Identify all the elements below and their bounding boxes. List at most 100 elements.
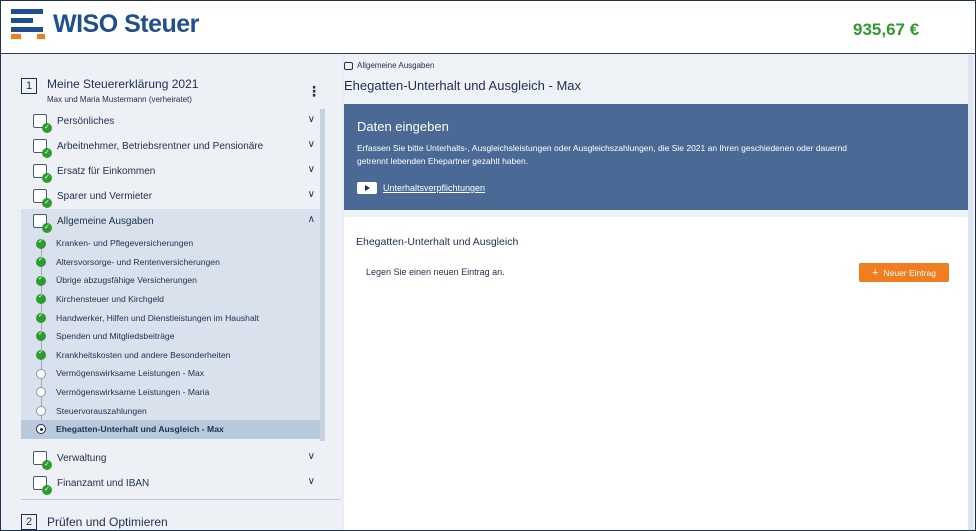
sub-item-kranken[interactable]: Kranken- und Pflegeversicherungen	[21, 234, 321, 253]
section-title: Meine Steuererklärung 2021	[47, 77, 199, 91]
section-title: Prüfen und Optimieren	[47, 514, 168, 529]
sub-item-label: Kirchensteuer und Kirchgeld	[56, 294, 164, 305]
check-icon: ✓	[42, 123, 52, 133]
section-subtitle: Max und Maria Mustermann (verheiratet)	[47, 95, 192, 104]
building-icon: ✓	[33, 450, 52, 470]
sub-item-unterhalt-max[interactable]: Ehegatten-Unterhalt und Ausgleich - Max	[21, 419, 321, 439]
new-entry-button[interactable]: + Neuer Eintrag	[859, 263, 949, 282]
sidebar-item-allgemeine-ausgaben[interactable]: ✓ Allgemeine Ausgaben ∧	[21, 209, 321, 234]
brand-name: WISO Steuer	[53, 9, 199, 38]
done-status-icon	[36, 329, 46, 342]
sub-item-label: Kranken- und Pflegeversicherungen	[56, 238, 194, 249]
video-link[interactable]: Unterhaltsverpflichtungen	[357, 182, 485, 194]
refund-amount[interactable]: 935,67 €	[853, 20, 919, 40]
wallet-icon	[344, 61, 353, 70]
sub-item-spenden[interactable]: Spenden und Mitgliedsbeiträge	[21, 327, 321, 346]
money-hand-icon: ✓	[33, 164, 52, 183]
check-icon: ✓	[42, 148, 52, 158]
done-status-icon	[36, 255, 46, 268]
app-window: WISO Steuer 935,67 € 1 Meine Steuererklä…	[0, 0, 976, 531]
chevron-down-icon[interactable]: ∨	[308, 139, 315, 150]
breadcrumb[interactable]: Allgemeine Ausgaben	[344, 61, 434, 70]
sub-item-list: Kranken- und Pflegeversicherungen Alters…	[21, 234, 321, 439]
sub-item-krankheitskosten[interactable]: Krankheitskosten und andere Besonderheit…	[21, 346, 321, 365]
sub-item-vl-max[interactable]: Vermögenswirksame Leistungen - Max	[21, 364, 321, 383]
sub-item-kirchensteuer[interactable]: Kirchensteuer und Kirchgeld	[21, 290, 321, 309]
sidebar-item-label: Finanzamt und IBAN	[57, 477, 150, 489]
chevron-up-icon[interactable]: ∧	[308, 214, 315, 225]
check-icon: ✓	[42, 223, 52, 233]
sidebar-item-ersatz[interactable]: ✓ Ersatz für Einkommen ∨	[21, 159, 321, 184]
chevron-down-icon[interactable]: ∨	[308, 476, 315, 487]
info-title: Daten eingeben	[357, 119, 449, 134]
sub-item-label: Spenden und Mitgliedsbeiträge	[56, 331, 175, 342]
done-status-icon	[36, 292, 46, 305]
person-card-icon: ✓	[33, 114, 52, 133]
sidebar-group-allgemeine-ausgaben: ✓ Allgemeine Ausgaben ∧ Kranken- und Pfl…	[21, 209, 321, 439]
sidebar-scrollbar[interactable]	[320, 109, 325, 441]
sub-item-vl-maria[interactable]: Vermögenswirksame Leistungen - Maria	[21, 383, 321, 402]
chevron-down-icon[interactable]: ∨	[308, 189, 315, 200]
check-icon: ✓	[42, 459, 52, 470]
briefcase-icon: ✓	[33, 139, 52, 158]
sub-item-altersvorsorge[interactable]: Altersvorsorge- und Rentenversicherungen	[21, 253, 321, 272]
sidebar-item-label: Sparer und Vermieter	[57, 191, 153, 202]
check-icon: ✓	[42, 198, 52, 208]
main-scrollbar[interactable]	[968, 55, 973, 530]
sidebar-item-label: Ersatz für Einkommen	[57, 166, 156, 177]
empty-state-text: Legen Sie einen neuen Eintrag an.	[366, 267, 505, 277]
section-1-header[interactable]: 1 Meine Steuererklärung 2021 Max und Mar…	[21, 77, 321, 104]
sidebar-item-finanzamt[interactable]: ✓ Finanzamt und IBAN ∨	[21, 471, 321, 496]
sub-item-label: Übrige abzugsfähige Versicherungen	[56, 275, 197, 286]
piggy-bank-icon: ✓	[33, 189, 52, 208]
sidebar-nav: ✓ Persönliches ∨ ✓ Arbeitnehmer, Betrieb…	[21, 109, 321, 496]
sub-item-label: Altersvorsorge- und Rentenversicherungen	[56, 256, 220, 267]
sidebar-item-label: Verwaltung	[57, 452, 107, 464]
sidebar-item-persoenliches[interactable]: ✓ Persönliches ∨	[21, 109, 321, 134]
sidebar-item-label: Allgemeine Ausgaben	[57, 216, 154, 227]
empty-status-icon	[36, 405, 46, 416]
sidebar-item-label: Arbeitnehmer, Betriebsrentner und Pensio…	[57, 141, 264, 152]
sidebar-item-arbeitnehmer[interactable]: ✓ Arbeitnehmer, Betriebsrentner und Pens…	[21, 134, 321, 159]
chevron-down-icon[interactable]: ∨	[308, 114, 315, 125]
sidebar-item-sparer[interactable]: ✓ Sparer und Vermieter ∨	[21, 184, 321, 209]
sub-item-label: Handwerker, Hilfen und Dienstleistungen …	[56, 312, 260, 323]
plus-icon: +	[872, 266, 879, 279]
sub-item-label: Krankheitskosten und andere Besonderheit…	[56, 349, 231, 360]
info-text: Erfassen Sie bitte Unterhalts-, Ausgleic…	[357, 143, 848, 166]
done-status-icon	[36, 237, 46, 249]
sub-item-label: Vermögenswirksame Leistungen - Max	[56, 368, 205, 379]
done-status-icon	[36, 348, 46, 361]
brand-logo[interactable]: WISO Steuer	[11, 9, 199, 39]
check-icon: ✓	[42, 484, 52, 495]
breadcrumb-label: Allgemeine Ausgaben	[357, 61, 435, 70]
wallet-icon: ✓	[33, 214, 52, 233]
sidebar-item-label: Persönliches	[57, 116, 115, 127]
sub-item-label: Vermögenswirksame Leistungen - Maria	[56, 387, 210, 398]
section-2-header[interactable]: 2 Prüfen und Optimieren	[21, 513, 168, 530]
done-status-icon	[36, 274, 46, 286]
video-link-label: Unterhaltsverpflichtungen	[383, 183, 486, 193]
divider	[21, 499, 341, 500]
chevron-down-icon[interactable]: ∨	[308, 164, 315, 175]
empty-status-icon	[36, 368, 46, 379]
sub-item-handwerker[interactable]: Handwerker, Hilfen und Dienstleistungen …	[21, 308, 321, 327]
done-status-icon	[36, 311, 46, 323]
top-bar: WISO Steuer 935,67 €	[1, 1, 975, 54]
play-video-icon	[357, 182, 377, 194]
info-card: Daten eingeben Erfassen Sie bitte Unterh…	[344, 104, 971, 210]
chevron-down-icon[interactable]: ∨	[308, 451, 315, 462]
logo-mark-icon	[11, 9, 45, 39]
sidebar-item-verwaltung[interactable]: ✓ Verwaltung ∨	[21, 446, 321, 471]
entries-card: Ehegatten-Unterhalt und Ausgleich Legen …	[344, 217, 971, 530]
more-options-icon[interactable]: ⋮	[307, 83, 321, 100]
sub-item-label: Ehegatten-Unterhalt und Ausgleich - Max	[56, 424, 224, 435]
section-number-badge: 1	[21, 78, 37, 94]
sub-item-vorauszahlungen[interactable]: Steuervorauszahlungen	[21, 401, 321, 420]
sub-item-label: Steuervorauszahlungen	[56, 405, 147, 416]
main-content: Allgemeine Ausgaben Ehegatten-Unterhalt …	[344, 55, 975, 530]
new-entry-label: Neuer Eintrag	[883, 267, 936, 278]
entries-title: Ehegatten-Unterhalt und Ausgleich	[356, 236, 519, 248]
section-number-badge: 2	[21, 514, 37, 530]
sub-item-versicherungen[interactable]: Übrige abzugsfähige Versicherungen	[21, 271, 321, 290]
